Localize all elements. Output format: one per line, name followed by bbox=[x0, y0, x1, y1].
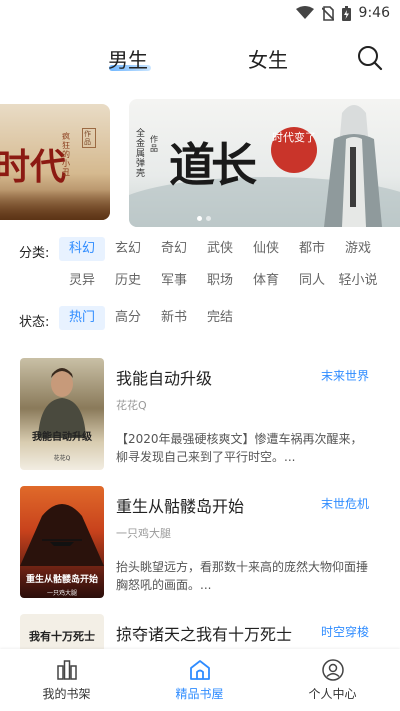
status-bar: 9:46 bbox=[0, 0, 400, 28]
status-label: 状态: bbox=[19, 315, 50, 330]
cover-title: 重生从骷髅岛开始 bbox=[25, 575, 98, 585]
chip-category[interactable]: 武侠 bbox=[197, 237, 243, 261]
banner-left-ground bbox=[0, 190, 110, 220]
chip-category[interactable]: 游戏 bbox=[335, 237, 381, 261]
banner-author: 全金属弹壳 bbox=[136, 129, 146, 179]
chip-category[interactable]: 仙侠 bbox=[243, 237, 289, 261]
chip-category[interactable]: 职场 bbox=[197, 269, 243, 293]
tab-female[interactable]: 女生 bbox=[248, 44, 288, 73]
home-icon bbox=[190, 660, 210, 680]
chip-category[interactable]: 灵异 bbox=[59, 269, 105, 293]
nav-bookstore[interactable]: 精品书屋 bbox=[133, 649, 266, 711]
cover-author: 花花Q bbox=[53, 455, 71, 462]
battery-icon bbox=[341, 5, 351, 21]
bookshelf-icon bbox=[57, 660, 77, 680]
chip-category[interactable]: 都市 bbox=[289, 237, 335, 261]
banner-badge: 作品 bbox=[150, 135, 158, 153]
nav-profile[interactable]: 个人中心 bbox=[266, 649, 399, 711]
banner-pagination bbox=[197, 216, 211, 221]
banner-carousel[interactable]: 时代 疯狂的小丑 作品 全金属弹壳 作品 道长 时代变了 bbox=[0, 99, 400, 227]
nav-profile-label: 个人中心 bbox=[308, 687, 357, 701]
banner-title: 道长 bbox=[169, 138, 257, 192]
book-title[interactable]: 我能自动升级 bbox=[116, 365, 212, 389]
book-title[interactable]: 掠夺诸天之我有十万死士 bbox=[116, 621, 292, 645]
status-time: 9:46 bbox=[358, 5, 390, 21]
tab-male[interactable]: 男生 bbox=[108, 44, 148, 73]
top-tabs: 男生 女生 bbox=[0, 40, 400, 80]
book-tag[interactable]: 时空穿梭 bbox=[321, 623, 369, 640]
book-author: 一只鸡大腿 bbox=[116, 527, 171, 540]
banner-seal: 时代变了 bbox=[271, 127, 317, 173]
book-item[interactable]: 重生从骷髅岛开始 一只鸡大腿 重生从骷髅岛开始 末世危机 一只鸡大腿 抬头眺望远… bbox=[0, 486, 400, 612]
book-author: 花花Q bbox=[116, 399, 147, 412]
book-description: 抬头眺望远方，看那数十来高的庞然大物仰面捶胸怒吼的画面。... bbox=[116, 560, 369, 592]
book-cover[interactable]: 我能自动升级 花花Q bbox=[20, 358, 104, 470]
chip-category[interactable]: 同人 bbox=[289, 269, 335, 293]
chip-category[interactable]: 军事 bbox=[151, 269, 197, 293]
chip-status[interactable]: 新书 bbox=[151, 306, 197, 330]
chip-category[interactable]: 科幻 bbox=[59, 237, 105, 261]
chip-status[interactable]: 完结 bbox=[197, 306, 243, 330]
status-icons: 9:46 bbox=[295, 5, 390, 21]
book-title[interactable]: 重生从骷髅岛开始 bbox=[116, 493, 244, 517]
book-description: 【2020年最强硬核爽文】惨遭车祸再次醒来，柳寻发现自己来到了平行时空。... bbox=[116, 432, 363, 464]
book-item[interactable]: 我能自动升级 花花Q 我能自动升级 末来世界 花花Q 【2020年最强硬核爽文】… bbox=[0, 358, 400, 484]
cover-character-illustration bbox=[38, 368, 86, 438]
user-icon bbox=[322, 659, 344, 681]
cover-author: 一只鸡大腿 bbox=[46, 590, 77, 597]
cover-mountain-illustration bbox=[20, 504, 104, 566]
chip-category[interactable]: 体育 bbox=[243, 269, 289, 293]
book-cover[interactable]: 我有十万死士 bbox=[20, 614, 104, 649]
chip-category[interactable]: 历史 bbox=[105, 269, 151, 293]
nav-bookshelf[interactable]: 我的书架 bbox=[0, 649, 133, 711]
banner-left-title: 时代 bbox=[0, 146, 67, 188]
chip-status[interactable]: 热门 bbox=[59, 306, 105, 330]
cover-title: 我能自动升级 bbox=[32, 432, 92, 443]
book-item[interactable]: 我有十万死士 掠夺诸天之我有十万死士 时空穿梭 bbox=[0, 614, 400, 649]
wifi-icon bbox=[295, 6, 314, 19]
banner-dot-active bbox=[197, 216, 202, 221]
banner-slide-current[interactable]: 全金属弹壳 作品 道长 时代变了 bbox=[129, 99, 400, 227]
book-tag[interactable]: 末世危机 bbox=[321, 495, 369, 512]
banner-left-author: 疯狂的小丑 bbox=[62, 132, 70, 177]
nav-bookstore-label: 精品书屋 bbox=[175, 687, 224, 701]
chip-category[interactable]: 轻小说 bbox=[335, 269, 381, 293]
chip-category[interactable]: 玄幻 bbox=[105, 237, 151, 261]
chip-category[interactable]: 奇幻 bbox=[151, 237, 197, 261]
category-label: 分类: bbox=[19, 246, 50, 261]
search-icon[interactable] bbox=[356, 44, 384, 72]
no-sim-icon bbox=[321, 5, 334, 21]
cover-title: 我有十万死士 bbox=[29, 630, 95, 643]
nav-bookshelf-label: 我的书架 bbox=[42, 687, 91, 701]
chip-status[interactable]: 高分 bbox=[105, 306, 151, 330]
book-cover[interactable]: 重生从骷髅岛开始 一只鸡大腿 bbox=[20, 486, 104, 598]
banner-character-illustration bbox=[324, 105, 382, 227]
book-tag[interactable]: 末来世界 bbox=[321, 367, 369, 384]
banner-left-badge: 作品 bbox=[82, 128, 96, 148]
banner-dot bbox=[206, 216, 211, 221]
bottom-nav: 我的书架 精品书屋 个人中心 bbox=[0, 649, 400, 711]
banner-slide-prev[interactable]: 时代 疯狂的小丑 作品 bbox=[0, 104, 110, 220]
